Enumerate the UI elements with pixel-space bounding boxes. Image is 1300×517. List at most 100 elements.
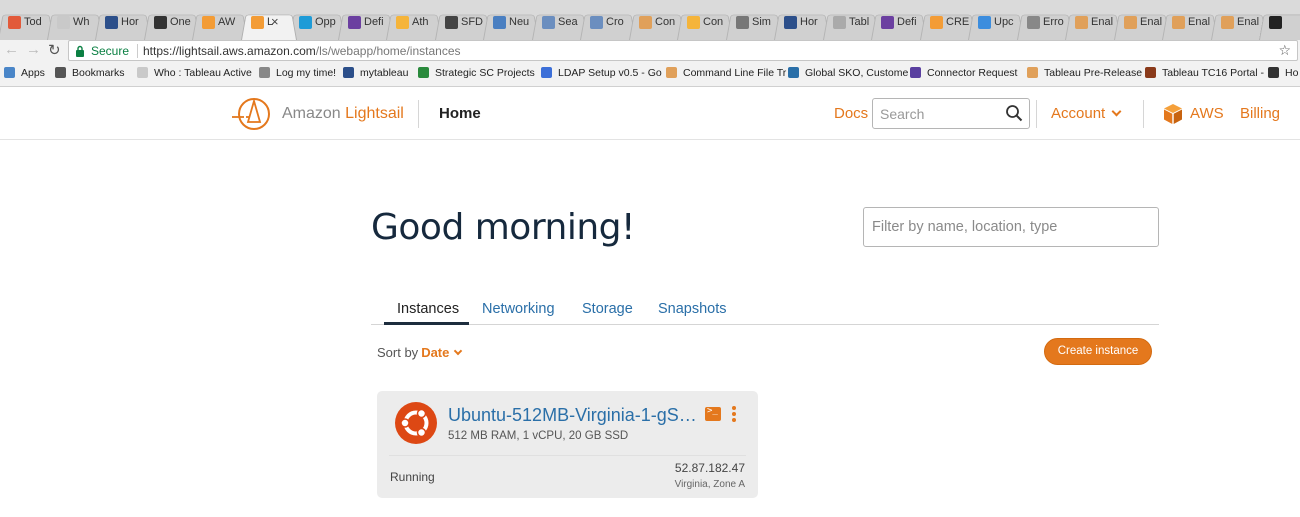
create-instance-button[interactable]: Create instance <box>1044 338 1152 365</box>
bookmark-label: Global SKO, Custome <box>805 67 909 79</box>
browser-tab[interactable] <box>1259 8 1300 40</box>
lock-icon <box>76 45 84 57</box>
tab-favicon-icon <box>154 16 167 29</box>
lightsail-logo-icon[interactable] <box>230 96 274 132</box>
bookmark-label: Log my time! <box>276 67 337 79</box>
tab-storage[interactable]: Storage <box>582 301 633 317</box>
url-text[interactable]: https://lightsail.aws.amazon.com/ls/weba… <box>143 44 461 58</box>
tab-title: Con <box>655 16 676 28</box>
nav-docs[interactable]: Docs <box>834 105 868 122</box>
bookmark-item[interactable]: LDAP Setup v0.5 - Go <box>541 67 662 79</box>
tab-favicon-icon <box>687 16 700 29</box>
browser-tab[interactable]: Hor <box>95 8 151 40</box>
chevron-down-icon <box>1111 106 1122 117</box>
search-input[interactable] <box>873 99 1001 128</box>
filter-input[interactable] <box>864 208 1158 246</box>
bookmark-item[interactable]: mytableau <box>343 67 408 79</box>
browser-tab[interactable]: Defi <box>871 8 927 40</box>
bookmark-item[interactable]: Command Line File Tr <box>666 67 786 79</box>
tab-title: Enal <box>1140 16 1163 28</box>
bookmark-label: Ho <box>1285 67 1299 79</box>
browser-tab[interactable]: L × <box>241 8 297 40</box>
tab-title: Tabl <box>849 16 870 28</box>
tab-title: Sea <box>558 16 578 28</box>
filter-box[interactable] <box>863 207 1159 247</box>
more-options-icon[interactable] <box>731 406 737 424</box>
back-button[interactable]: ← <box>4 41 19 58</box>
bookmarks-bar: Apps Bookmarks Who : Tableau Active Log my … <box>0 62 1300 87</box>
browser-tab[interactable]: Tod <box>0 8 54 40</box>
bookmark-item[interactable]: Connector Request <box>910 67 1017 79</box>
sort-control[interactable]: Sort by Date <box>377 345 463 360</box>
nav-home[interactable]: Home <box>439 105 481 122</box>
browser-tab[interactable]: Enal <box>1162 8 1218 40</box>
aws-cube-icon[interactable] <box>1162 103 1184 125</box>
chevron-down-icon[interactable] <box>454 346 463 356</box>
tab-favicon-icon <box>57 16 70 29</box>
bookmark-item[interactable]: Apps <box>4 67 45 79</box>
tab-title: Enal <box>1188 16 1211 28</box>
bookmark-item[interactable]: Strategic SC Projects <box>418 67 535 79</box>
tab-favicon-icon <box>202 16 215 29</box>
browser-tab[interactable]: AW <box>192 8 248 40</box>
tab-favicon-icon <box>736 16 749 29</box>
bookmark-item[interactable]: Who : Tableau Active <box>137 67 252 79</box>
active-tab-indicator <box>384 322 469 325</box>
bookmark-item[interactable]: Ho <box>1268 67 1298 79</box>
tab-title: Enal <box>1237 16 1260 28</box>
terminal-glyph: >_ <box>707 406 718 416</box>
tab-title: Ath <box>412 16 429 28</box>
header-divider <box>1036 100 1037 128</box>
forward-button[interactable]: → <box>26 41 41 58</box>
page-greeting: Good morning! <box>371 207 635 248</box>
tab-snapshots[interactable]: Snapshots <box>658 301 727 317</box>
sort-value[interactable]: Date <box>421 345 449 360</box>
bookmark-icon <box>666 67 677 78</box>
bookmark-icon <box>1145 67 1156 78</box>
terminal-icon[interactable]: >_ <box>705 406 721 421</box>
header-search[interactable] <box>872 98 1030 129</box>
bookmark-item[interactable]: Bookmarks <box>55 67 125 79</box>
tab-instances[interactable]: Instances <box>397 301 459 317</box>
nav-aws[interactable]: AWS <box>1190 105 1224 122</box>
tab-favicon-icon <box>833 16 846 29</box>
browser-tab[interactable]: Hor <box>774 8 830 40</box>
browser-tab[interactable]: Opp <box>289 8 345 40</box>
bookmark-label: Who : Tableau Active <box>154 67 252 79</box>
tab-networking[interactable]: Networking <box>482 301 555 317</box>
tab-title: Defi <box>897 16 917 28</box>
bookmark-label: Tableau Pre-Release <box>1044 67 1143 79</box>
browser-tab[interactable]: Ath <box>386 8 442 40</box>
bookmark-star-icon[interactable]: ☆ <box>1278 42 1291 59</box>
bookmark-item[interactable]: Tableau Pre-Release <box>1027 67 1142 79</box>
bookmark-item[interactable]: Global SKO, Custome <box>788 67 908 79</box>
instance-name[interactable]: Ubuntu-512MB-Virginia-1-gS… <box>448 405 697 426</box>
browser-tab[interactable]: Cro <box>580 8 636 40</box>
tab-favicon-icon <box>1027 16 1040 29</box>
instance-ip: 52.87.182.47 <box>674 461 745 475</box>
tab-favicon-icon <box>542 16 555 29</box>
address-bar[interactable]: Secure https://lightsail.aws.amazon.com/… <box>68 40 1298 61</box>
bookmark-item[interactable]: Tableau TC16 Portal - <box>1145 67 1264 79</box>
tab-close-icon[interactable]: × <box>271 14 279 29</box>
tab-title: Hor <box>121 16 139 28</box>
browser-tabstrip: Tod Wh Hor One AW L × Opp Defi Ath SFD Neu Sea Cro Con… <box>0 0 1300 40</box>
bookmark-item[interactable]: Log my time! <box>259 67 336 79</box>
browser-tab[interactable]: Upc <box>968 8 1024 40</box>
reload-button[interactable]: ↻ <box>48 41 61 59</box>
tab-favicon-icon <box>639 16 652 29</box>
brand-name[interactable]: Amazon Lightsail <box>282 105 404 123</box>
instance-card[interactable]: Ubuntu-512MB-Virginia-1-gS… 512 MB RAM, … <box>377 391 758 498</box>
search-icon[interactable] <box>1005 104 1023 122</box>
browser-tab[interactable]: Neu <box>483 8 539 40</box>
tab-favicon-icon <box>1124 16 1137 29</box>
instance-specs: 512 MB RAM, 1 vCPU, 20 GB SSD <box>448 430 629 442</box>
tab-title: Upc <box>994 16 1014 28</box>
browser-tab[interactable]: Enal <box>1065 8 1121 40</box>
account-menu[interactable]: Account <box>1051 105 1122 122</box>
tab-favicon-icon <box>348 16 361 29</box>
browser-tab[interactable]: Con <box>677 8 733 40</box>
nav-billing[interactable]: Billing <box>1240 105 1280 122</box>
url-host: https://lightsail.aws.amazon.com <box>143 44 316 58</box>
url-path: /ls/webapp/home/instances <box>315 44 461 58</box>
